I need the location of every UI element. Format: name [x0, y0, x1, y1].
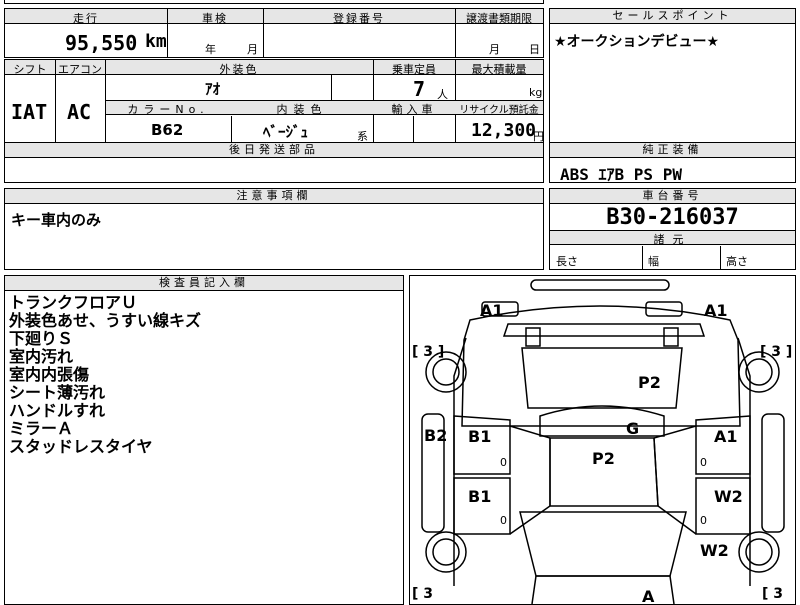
notes-text: キー車内のみ [11, 211, 102, 229]
exterior-value: ｱｵ [205, 80, 221, 98]
dimensions-label: 諸元 [550, 231, 795, 246]
sales-point-box: セールスポイント ★オークションデビュー★ [549, 8, 796, 144]
recycle-label: リサイクル預託金 [459, 105, 539, 116]
inspection-label: 車検 [202, 12, 228, 25]
sales-point-label: セールスポイント [550, 9, 795, 24]
inspector-line: スタッドレスタイヤ [9, 437, 153, 456]
capacity-label: 乗車定員 [392, 63, 436, 76]
transfer-month-unit: 月 [489, 43, 500, 56]
inspector-line: ミラーＡ [9, 419, 74, 438]
inspector-line: 下廻りＳ [9, 329, 74, 348]
inspector-lines: トランクフロアＵ 外装色あせ、うすい線キズ 下廻りＳ 室内汚れ 室内内張傷 シー… [9, 294, 201, 456]
zero-marker: 0 [500, 456, 507, 469]
equipment-box: 純正装備 ABS ｴｱB PS PW [549, 142, 796, 184]
sales-point-text: ★オークションデビュー★ [554, 34, 720, 50]
zero-marker: 0 [500, 514, 507, 527]
zero-marker: 0 [700, 456, 707, 469]
load-label: 最大積載量 [471, 63, 527, 76]
chassis-label: 車台番号 [550, 189, 795, 204]
shift-value: IAT [11, 100, 48, 124]
dimension-height: 高さ [726, 255, 748, 268]
shift-label: シフト [13, 63, 47, 76]
later-parts-label: 後日発送部品 [5, 143, 543, 158]
mark-b1-upper: B1 [468, 427, 491, 446]
registration-label: 登録番号 [333, 12, 385, 25]
car-diagram: A1 A1 P2 B2 B1 G A1 P2 B1 W2 W2 A 0 0 0 … [412, 279, 792, 604]
chassis-box: 車台番号 B30-216037 諸元 長さ 幅 高さ [549, 188, 796, 270]
inspector-line: ハンドルすれ [9, 401, 106, 420]
inspector-label: 検査員記入欄 [5, 276, 403, 291]
inspection-month-unit: 月 [247, 43, 258, 56]
exterior-label: 外装色 [219, 63, 259, 76]
transfer-label: 譲渡書類期限 [466, 12, 532, 25]
mileage-value: 95,550 [65, 31, 138, 55]
equipment-label: 純正装備 [550, 143, 795, 158]
tire-rear-left: [ 3 ] [412, 344, 444, 360]
inspector-line: 外装色あせ、うすい線キズ [9, 311, 202, 330]
inspector-box: 検査員記入欄 トランクフロアＵ 外装色あせ、うすい線キズ 下廻りＳ 室内汚れ 室… [4, 275, 404, 605]
import-label: 輸入車 [391, 103, 437, 116]
color-no-label: カラーNo. [127, 103, 209, 116]
mark-a-front: A [642, 587, 655, 604]
transfer-day-unit: 日 [529, 43, 540, 56]
mileage-box: 走行 車検 登録番号 譲渡書類期限 95,550 km 年 月 月 日 [4, 8, 544, 58]
ac-label: エアコン [58, 63, 102, 76]
notes-box: 注意事項欄 キー車内のみ [4, 188, 544, 270]
inspector-line: 室内汚れ [9, 347, 74, 366]
mark-b2: B2 [424, 426, 447, 445]
mark-b1-lower: B1 [468, 487, 491, 506]
inspector-line: シート薄汚れ [9, 383, 106, 402]
tire-rear-right: [ 3 ] [760, 344, 792, 360]
interior-label: 内装色 [276, 103, 328, 116]
later-parts-box: 後日発送部品 [4, 142, 544, 183]
load-unit: kg [529, 86, 543, 99]
color-no-value: B62 [151, 121, 184, 139]
inspection-year-unit: 年 [205, 43, 216, 56]
capacity-value: 7 [413, 77, 426, 101]
mileage-unit: km [145, 31, 167, 52]
mark-w2-upper: W2 [714, 487, 743, 506]
dimension-width: 幅 [648, 255, 659, 268]
ac-value: AC [67, 100, 92, 124]
mark-w2-lower: W2 [700, 541, 729, 560]
mileage-label: 走行 [73, 12, 99, 25]
dimension-length: 長さ [556, 255, 578, 268]
notes-label: 注意事項欄 [5, 189, 543, 204]
top-strip [4, 0, 544, 4]
interior-value: ﾍﾞｰｼﾞｭ [263, 123, 309, 141]
capacity-unit: 人 [437, 88, 448, 101]
mark-g: G [626, 419, 639, 438]
zero-marker: 0 [700, 514, 707, 527]
spec-box: シフト エアコン 外装色 乗車定員 最大積載量 IAT AC ｱｵ 7 人 kg… [4, 59, 544, 143]
mark-p2-rear: P2 [638, 373, 661, 392]
equipment-value: ABS ｴｱB PS PW [560, 165, 682, 184]
mark-a1-side: A1 [714, 427, 738, 446]
mark-a1-rear-right: A1 [704, 301, 728, 320]
inspector-line: トランクフロアＵ [9, 293, 138, 312]
mark-a1-rear-left: A1 [480, 301, 504, 320]
inspector-line: 室内内張傷 [9, 365, 90, 384]
recycle-value: 12,300 [471, 120, 537, 141]
damage-diagram-box: A1 A1 P2 B2 B1 G A1 P2 B1 W2 W2 A 0 0 0 … [409, 275, 796, 605]
chassis-value: B30-216037 [606, 205, 739, 230]
mark-p2-roof: P2 [592, 449, 615, 468]
